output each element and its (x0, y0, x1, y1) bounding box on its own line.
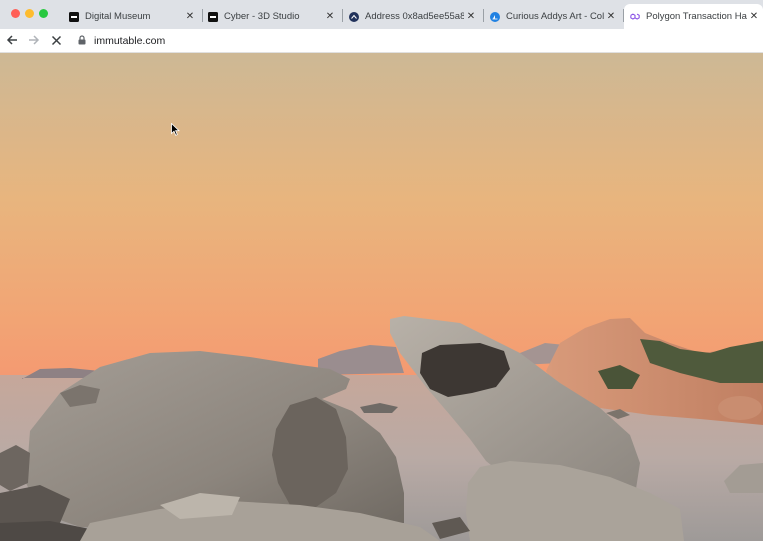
forward-button[interactable] (26, 32, 42, 48)
url-text: immutable.com (94, 34, 166, 47)
tab-strip: Digital Museum ✕ Cyber - 3D Studio ✕ Add… (0, 0, 763, 29)
stop-loading-button[interactable] (48, 32, 64, 48)
tab-title: Cyber - 3D Studio (224, 11, 300, 22)
imx-logo-icon (208, 11, 218, 22)
opensea-icon (490, 11, 500, 22)
tab-polygon-transaction[interactable]: Polygon Transaction Has ✕ (624, 4, 763, 29)
tab-curious-addys[interactable]: Curious Addys Art - Coll ✕ (484, 4, 622, 29)
address-bar[interactable]: immutable.com (94, 33, 165, 48)
window-minimize-button[interactable] (25, 9, 34, 18)
etherscan-icon (349, 11, 359, 22)
page-content (0, 53, 763, 541)
close-tab-icon[interactable]: ✕ (323, 11, 337, 22)
tab-title: Address 0x8ad5ee55a8 (365, 11, 464, 22)
site-info-button[interactable] (76, 33, 88, 47)
window-close-button[interactable] (11, 9, 20, 18)
tab-title: Digital Museum (85, 11, 151, 22)
window-zoom-button[interactable] (39, 9, 48, 18)
forward-arrow-icon (28, 34, 40, 46)
lock-icon (78, 35, 86, 45)
close-tab-icon[interactable]: ✕ (464, 11, 478, 22)
tab-title: Polygon Transaction Has (646, 11, 747, 22)
tab-digital-museum[interactable]: Digital Museum ✕ (64, 4, 201, 29)
back-button[interactable] (4, 32, 20, 48)
browser-toolbar: immutable.com (0, 29, 763, 53)
mouse-cursor-icon (171, 123, 180, 136)
back-arrow-icon (6, 34, 18, 46)
tab-cyber-3d-studio[interactable]: Cyber - 3D Studio ✕ (203, 4, 341, 29)
tab-address[interactable]: Address 0x8ad5ee55a8 ✕ (343, 4, 482, 29)
close-tab-icon[interactable]: ✕ (747, 11, 761, 22)
close-icon (51, 35, 62, 46)
polygon-icon (630, 12, 640, 22)
close-tab-icon[interactable]: ✕ (183, 11, 197, 22)
imx-logo-icon (69, 11, 79, 22)
hero-background-image (0, 53, 763, 541)
close-tab-icon[interactable]: ✕ (604, 11, 618, 22)
tab-title: Curious Addys Art - Coll (506, 11, 604, 22)
